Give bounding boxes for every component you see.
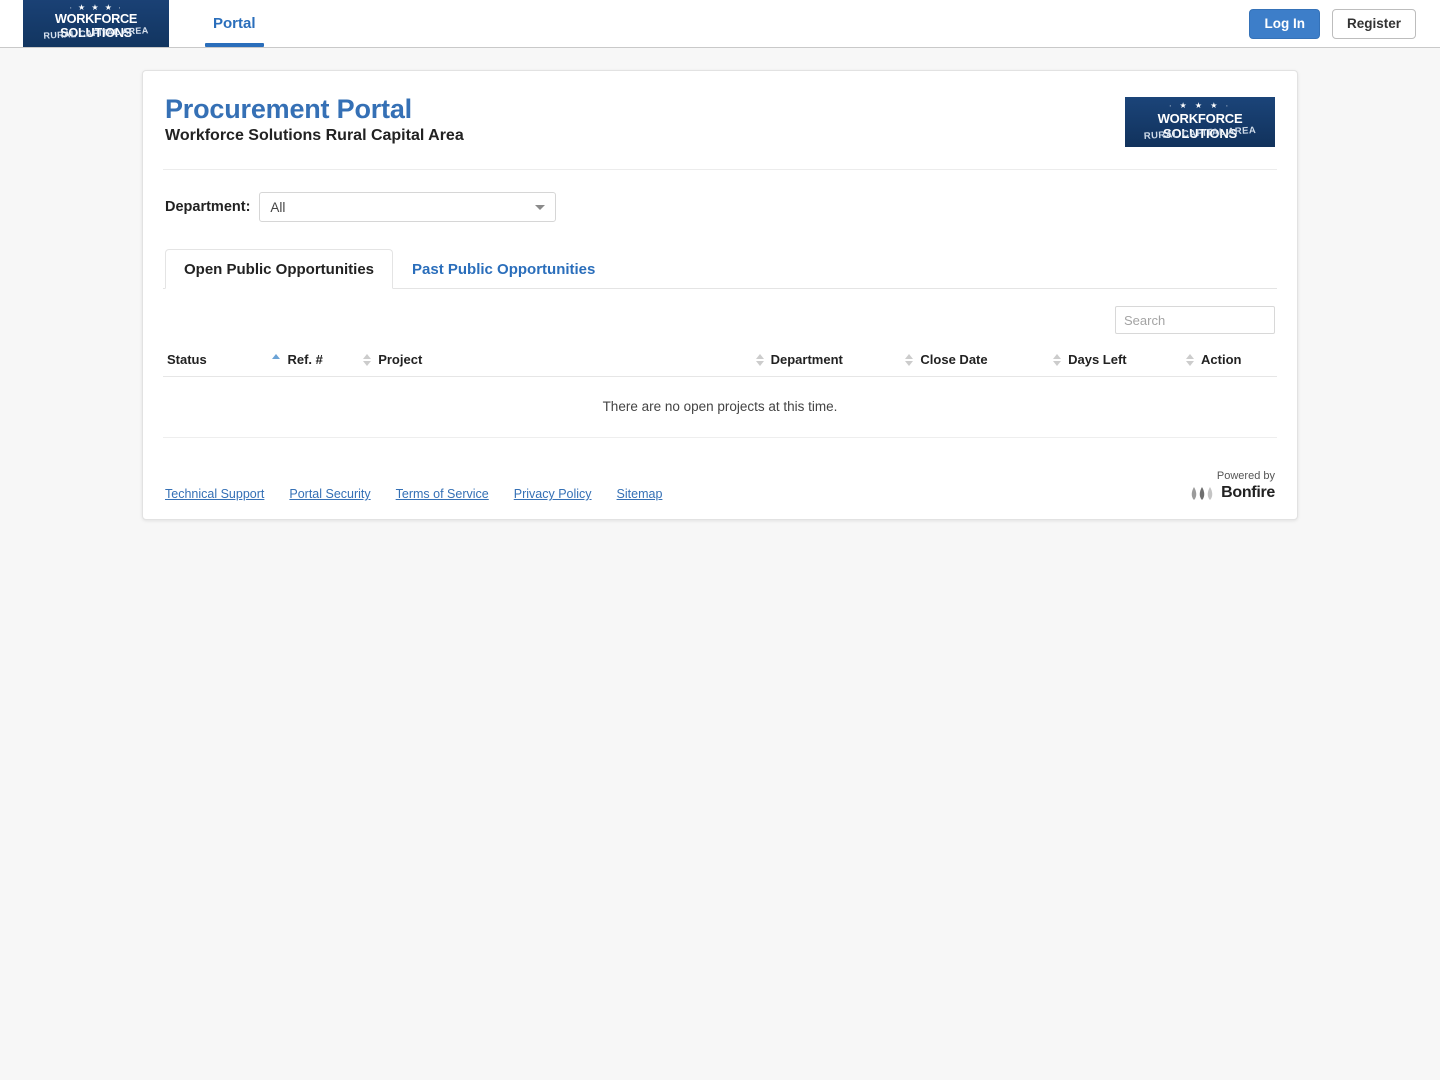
column-header-close-date[interactable]: Close Date (901, 345, 1050, 377)
opportunities-tabs: Open Public Opportunities Past Public Op… (163, 248, 1277, 289)
table-header-row: Status Ref. # Project Department Close D… (163, 345, 1277, 377)
department-filter-row: Department: All (163, 192, 1277, 222)
sort-icon-days-left[interactable] (1186, 353, 1195, 367)
search-row (163, 306, 1277, 334)
bonfire-name: Bonfire (1221, 484, 1275, 501)
tab-open-public-opportunities-label: Open Public Opportunities (184, 261, 375, 278)
footer-link-terms-of-service[interactable]: Terms of Service (396, 487, 489, 501)
search-input[interactable] (1115, 306, 1275, 334)
title-block: Procurement Portal Workforce Solutions R… (165, 93, 464, 146)
page-subtitle: Workforce Solutions Rural Capital Area (165, 127, 464, 144)
register-button[interactable]: Register (1331, 8, 1416, 39)
department-select[interactable]: All (259, 192, 557, 222)
column-header-project[interactable]: Project (359, 345, 752, 377)
empty-state-row: There are no open projects at this time. (163, 376, 1277, 438)
workforce-solutions-logo[interactable]: ∙ ★ ★ ★ ∙ WORKFORCE SOLUTIONS RURAL CAPI… (23, 0, 169, 47)
footer-link-portal-security[interactable]: Portal Security (289, 487, 370, 501)
header-logo-stars: ∙ ★ ★ ★ ∙ (1169, 101, 1231, 110)
powered-by-label: Powered by (1216, 470, 1275, 482)
page-body: Procurement Portal Workforce Solutions R… (0, 48, 1440, 520)
column-header-status-label: Status (167, 352, 207, 367)
tab-past-public-opportunities[interactable]: Past Public Opportunities (393, 249, 614, 289)
nav-item-portal[interactable]: Portal (205, 0, 264, 47)
sort-icon-project[interactable] (755, 353, 765, 367)
tab-open-public-opportunities[interactable]: Open Public Opportunities (165, 249, 394, 289)
empty-state-message: There are no open projects at this time. (163, 376, 1277, 438)
column-header-action: Action (1182, 345, 1277, 377)
column-header-department-label: Department (770, 352, 843, 367)
column-header-close-date-label: Close Date (920, 352, 988, 367)
table-body: There are no open projects at this time. (163, 376, 1277, 438)
table-head: Status Ref. # Project Department Close D… (163, 345, 1277, 377)
column-header-status[interactable]: Status (163, 345, 269, 377)
footer-link-sitemap[interactable]: Sitemap (617, 487, 663, 501)
header-workforce-solutions-logo: ∙ ★ ★ ★ ∙ WORKFORCE SOLUTIONS RURAL CAPI… (1125, 97, 1275, 147)
sort-ascending-icon[interactable] (272, 353, 281, 367)
department-select-value: All (270, 199, 286, 215)
footer-link-technical-support[interactable]: Technical Support (165, 487, 264, 501)
sort-icon-department[interactable] (905, 353, 914, 367)
column-header-department[interactable]: Department (751, 345, 902, 377)
nav-actions: Log In Register (1249, 0, 1440, 47)
footer-links: Technical Support Portal Security Terms … (165, 487, 662, 501)
header-divider (163, 169, 1277, 170)
procurement-portal-card: Procurement Portal Workforce Solutions R… (142, 70, 1298, 520)
page-title: Procurement Portal (165, 94, 412, 124)
card-header: Procurement Portal Workforce Solutions R… (163, 93, 1277, 147)
column-header-ref[interactable]: Ref. # (268, 345, 360, 377)
top-navbar: ∙ ★ ★ ★ ∙ WORKFORCE SOLUTIONS RURAL CAPI… (0, 0, 1440, 48)
chevron-down-icon (535, 205, 546, 210)
bonfire-branding[interactable]: Bonfire (1190, 485, 1275, 501)
nav-item-portal-label: Portal (213, 15, 256, 32)
column-header-action-label: Action (1201, 352, 1242, 367)
column-header-ref-label: Ref. # (287, 352, 323, 367)
footer-link-privacy-policy[interactable]: Privacy Policy (514, 487, 592, 501)
log-in-button[interactable]: Log In (1249, 8, 1320, 39)
opportunities-table: Status Ref. # Project Department Close D… (163, 345, 1277, 438)
powered-by: Powered by Bonfire (1190, 471, 1275, 501)
nav-items: Portal (205, 0, 264, 47)
sort-icon-close-date[interactable] (1053, 353, 1062, 367)
bonfire-flame-icon (1191, 486, 1213, 500)
column-header-project-label: Project (378, 352, 423, 367)
sort-icon-ref[interactable] (363, 353, 372, 367)
column-header-days-left[interactable]: Days Left (1049, 345, 1183, 377)
tab-past-public-opportunities-label: Past Public Opportunities (412, 261, 596, 278)
card-footer: Technical Support Portal Security Terms … (163, 471, 1277, 502)
column-header-days-left-label: Days Left (1068, 352, 1127, 367)
logo-stars: ∙ ★ ★ ★ ∙ (69, 3, 123, 12)
department-label: Department: (165, 199, 251, 215)
